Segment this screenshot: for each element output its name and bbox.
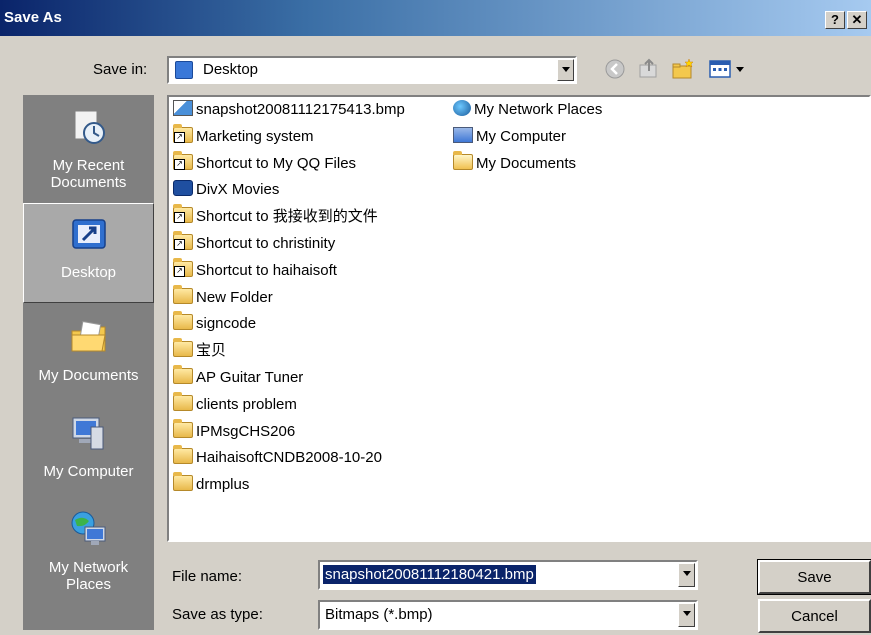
chevron-down-icon[interactable] bbox=[678, 563, 695, 587]
divx-icon bbox=[173, 180, 193, 197]
place-my-recent-documents[interactable]: My Recent Documents bbox=[23, 107, 154, 191]
file-name-text: signcode bbox=[196, 315, 257, 333]
place-label: My Computer bbox=[43, 463, 134, 480]
place-label: My Documents bbox=[38, 367, 139, 384]
file-list-item[interactable]: IPMsgCHS206 bbox=[173, 418, 296, 444]
file-name-text: clients problem bbox=[196, 395, 297, 413]
file-list-item[interactable]: DivX Movies bbox=[173, 178, 279, 202]
file-list-item[interactable]: New Folder bbox=[173, 284, 273, 310]
file-name-text: My Network Places bbox=[474, 101, 603, 118]
close-button[interactable]: ✕ bbox=[847, 11, 867, 29]
file-name-text: Shortcut to haihaisoft bbox=[196, 261, 337, 279]
place-desktop[interactable]: Desktop bbox=[23, 203, 154, 303]
view-menu-button[interactable] bbox=[708, 57, 750, 81]
cancel-button[interactable]: Cancel bbox=[758, 599, 871, 633]
save-as-type-label: Save as type: bbox=[172, 606, 263, 623]
file-list-item[interactable]: clients problem bbox=[173, 391, 297, 417]
bitmap-icon bbox=[173, 100, 193, 116]
back-icon[interactable] bbox=[603, 57, 627, 81]
place-label: My Network Places bbox=[48, 559, 129, 593]
my-network-places-icon bbox=[71, 511, 105, 545]
place-my-documents[interactable]: My Documents bbox=[23, 317, 154, 384]
documents-folder-icon bbox=[453, 150, 473, 170]
file-list-item[interactable]: My Network Places bbox=[453, 98, 602, 122]
recent-documents-icon bbox=[74, 110, 105, 144]
my-computer-icon bbox=[72, 417, 103, 450]
new-folder-icon[interactable] bbox=[671, 57, 695, 81]
places-bar: My Recent Documents Desktop My Documents… bbox=[23, 95, 154, 630]
place-my-computer[interactable]: My Computer bbox=[23, 413, 154, 480]
file-name-label: File name: bbox=[172, 568, 243, 585]
file-list-item[interactable]: 宝贝 bbox=[173, 338, 227, 363]
file-name-text: IPMsgCHS206 bbox=[196, 422, 296, 440]
file-name-text: New Folder bbox=[196, 288, 273, 306]
save-in-value: Desktop bbox=[203, 61, 259, 78]
file-list-item[interactable]: Shortcut to haihaisoft bbox=[173, 257, 337, 283]
title-bar: Save As ? ✕ bbox=[0, 0, 871, 36]
file-name-text: My Computer bbox=[476, 127, 567, 145]
file-name-input[interactable]: snapshot20081112180421.bmp bbox=[318, 560, 698, 590]
file-list[interactable]: snapshot20081112175413.bmp Marketing syst… bbox=[167, 95, 871, 542]
help-button[interactable]: ? bbox=[825, 11, 845, 29]
file-name-text: HaihaisoftCNDB2008-10-20 bbox=[196, 449, 382, 467]
file-name-text: Shortcut to My QQ Files bbox=[196, 154, 357, 172]
file-list-item[interactable]: My Documents bbox=[453, 150, 577, 176]
folder-icon bbox=[173, 418, 193, 438]
save-button[interactable]: Save bbox=[757, 559, 871, 595]
save-as-type-value: Bitmaps (*.bmp) bbox=[325, 606, 433, 623]
view-menu-icon bbox=[709, 60, 731, 78]
folder-icon bbox=[173, 391, 193, 411]
file-name-text: My Documents bbox=[476, 154, 577, 172]
folder-shortcut-icon bbox=[173, 231, 193, 250]
place-my-network-places[interactable]: My Network Places bbox=[23, 509, 154, 593]
folder-icon bbox=[173, 472, 193, 492]
my-documents-icon bbox=[71, 321, 106, 352]
place-label: My Recent Documents bbox=[50, 157, 127, 191]
folder-icon bbox=[173, 365, 193, 384]
chevron-down-icon[interactable] bbox=[557, 59, 574, 81]
file-name-text: Marketing system bbox=[196, 127, 314, 145]
up-folder-icon[interactable] bbox=[637, 57, 661, 81]
file-list-item[interactable]: Shortcut to My QQ Files bbox=[173, 150, 357, 176]
folder-icon bbox=[173, 284, 193, 304]
folder-shortcut-icon bbox=[173, 257, 193, 277]
file-list-item[interactable]: AP Guitar Tuner bbox=[173, 365, 304, 390]
folder-shortcut-icon bbox=[173, 204, 193, 224]
file-list-item[interactable]: HaihaisoftCNDB2008-10-20 bbox=[173, 445, 382, 470]
folder-shortcut-icon bbox=[173, 123, 193, 143]
save-as-type-dropdown[interactable]: Bitmaps (*.bmp) bbox=[318, 600, 698, 630]
file-name-text: 宝贝 bbox=[196, 342, 227, 360]
network-icon bbox=[453, 100, 471, 116]
file-list-item[interactable]: Marketing system bbox=[173, 123, 314, 149]
desktop-small-icon bbox=[175, 61, 193, 79]
file-list-item[interactable]: drmplus bbox=[173, 472, 250, 497]
folder-icon bbox=[173, 445, 193, 465]
file-name-text: Shortcut to christinity bbox=[196, 235, 336, 252]
desktop-icon bbox=[71, 219, 106, 249]
file-list-item[interactable]: snapshot20081112175413.bmp bbox=[173, 98, 405, 122]
folder-shortcut-icon bbox=[173, 150, 193, 170]
window-title: Save As bbox=[4, 9, 62, 26]
save-in-dropdown[interactable]: Desktop bbox=[167, 56, 577, 84]
chevron-down-icon[interactable] bbox=[678, 603, 695, 627]
computer-icon bbox=[453, 126, 473, 143]
folder-icon bbox=[173, 338, 193, 358]
folder-icon bbox=[173, 311, 193, 331]
file-list-item[interactable]: My Computer bbox=[453, 125, 566, 149]
file-name-value: snapshot20081112180421.bmp bbox=[323, 565, 536, 584]
file-list-item[interactable]: Shortcut to christinity bbox=[173, 231, 336, 256]
place-label: Desktop bbox=[60, 264, 117, 281]
file-name-text: drmplus bbox=[196, 476, 250, 494]
file-list-item[interactable]: signcode bbox=[173, 311, 257, 336]
save-in-label: Save in: bbox=[93, 61, 148, 78]
file-name-text: Shortcut to 我接收到的文件 bbox=[196, 208, 378, 226]
file-name-text: DivX Movies bbox=[196, 181, 280, 199]
file-list-item[interactable]: Shortcut to 我接收到的文件 bbox=[173, 204, 378, 229]
file-name-text: snapshot20081112175413.bmp bbox=[196, 101, 405, 118]
file-name-text: AP Guitar Tuner bbox=[196, 369, 304, 386]
dropdown-arrow-icon bbox=[736, 67, 744, 72]
